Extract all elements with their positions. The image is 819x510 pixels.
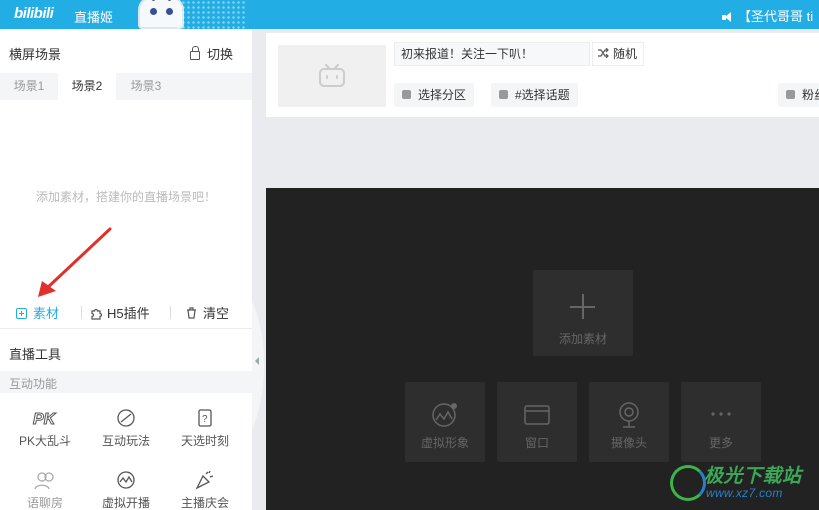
add-material-tile[interactable]: 添加素材 <box>533 270 633 356</box>
fans-icon <box>786 90 795 99</box>
tool-lottery[interactable]: ? 天选时刻 <box>170 408 240 449</box>
title-bar: bilibili 直播姬 【圣代哥哥 ti <box>0 0 819 29</box>
divider <box>170 306 171 319</box>
game-icon <box>117 409 135 427</box>
svg-text:PK: PK <box>33 411 57 428</box>
pk-icon: PK <box>33 411 58 429</box>
tools-title: 直播工具 <box>9 347 62 362</box>
tool-label: PK大乱斗 <box>18 434 71 448</box>
camera-icon <box>619 402 639 428</box>
site-watermark: 极光下载站 www.xz7.com <box>666 455 816 510</box>
tool-label: 主播庆会 <box>180 496 229 510</box>
watermark-name: 极光下载站 <box>704 466 802 487</box>
tool-pk[interactable]: PK PK大乱斗 <box>10 408 80 449</box>
scene-title: 横屏场景 <box>9 47 62 62</box>
source-label: 摄像头 <box>610 436 647 450</box>
celebration-icon <box>195 470 214 490</box>
tool-virtual-live[interactable]: 虚拟开播 <box>91 470 161 510</box>
tab-scene-2[interactable]: 场景2 <box>58 73 116 100</box>
scene-tabs: 场景1 场景2 场景3 <box>0 73 252 100</box>
random-label: 随机 <box>613 47 638 61</box>
fans-button[interactable]: 粉丝 <box>778 83 819 107</box>
tool-voice-room[interactable]: 语聊房 <box>10 470 80 510</box>
add-material-button[interactable]: 素材 <box>16 303 59 322</box>
fans-label: 粉丝 <box>802 88 819 102</box>
virtual-live-icon <box>117 471 135 489</box>
switch-label: 切换 <box>207 47 234 62</box>
switch-button[interactable]: 切换 <box>190 44 233 63</box>
watermark-url: www.xz7.com <box>706 486 783 500</box>
source-label: 窗口 <box>524 436 549 450</box>
avatar-icon <box>432 403 457 427</box>
interactive-section: 互动功能 <box>0 371 252 393</box>
tab-scene-1[interactable]: 场景1 <box>0 73 58 100</box>
red-arrow-annotation <box>38 227 112 297</box>
source-more-tile[interactable]: 更多 <box>681 382 761 462</box>
h5-plugin-label: H5插件 <box>107 306 150 321</box>
tool-label: 互动玩法 <box>101 434 150 448</box>
select-category-button[interactable]: 选择分区 <box>394 83 475 107</box>
source-camera-tile[interactable]: 摄像头 <box>589 382 669 462</box>
svg-text:?: ? <box>202 414 208 425</box>
trash-icon <box>187 307 196 319</box>
h5-plugin-button[interactable]: H5插件 <box>90 303 150 322</box>
source-label: 更多 <box>708 436 733 450</box>
source-actions: 素材 H5插件 清空 <box>0 295 252 329</box>
shuffle-icon <box>598 47 609 59</box>
watermark-logo-icon <box>670 465 706 501</box>
app-title: 直播姬 <box>74 10 114 25</box>
empty-hint: 添加素材，搭建你的直播场景吧！ <box>35 190 216 204</box>
topic-icon <box>499 90 508 99</box>
category-label: 选择分区 <box>418 88 467 102</box>
random-title-button[interactable]: 随机 <box>592 42 644 66</box>
divider <box>81 306 82 319</box>
notice-bar[interactable]: 【圣代哥哥 ti <box>722 6 813 25</box>
left-panel: 横屏场景 切换 场景1 场景2 场景3 添加素材，搭建你的直播场景吧！ 素材 H… <box>0 29 252 510</box>
tv-icon <box>319 64 345 87</box>
bilibili-logo: bilibili <box>14 5 54 22</box>
puzzle-icon <box>91 308 103 320</box>
more-icon <box>711 412 731 416</box>
room-info-panel: 初来报道！关注一下叭！ 随机 选择分区 #选择话题 粉丝 <box>266 33 819 117</box>
source-avatar-tile[interactable]: 虚拟形象 <box>405 382 485 462</box>
add-material-tile-label: 添加素材 <box>558 332 607 346</box>
tool-celebration[interactable]: 主播庆会 <box>170 470 240 510</box>
source-window-tile[interactable]: 窗口 <box>497 382 577 462</box>
room-title-input[interactable]: 初来报道！关注一下叭！ <box>394 42 590 66</box>
lock-icon <box>190 46 200 60</box>
scene-header: 横屏场景 切换 <box>0 29 252 73</box>
lottery-icon: ? <box>198 409 212 427</box>
speaker-icon <box>722 12 732 22</box>
category-icon <box>402 90 411 99</box>
tool-label: 天选时刻 <box>180 434 229 448</box>
tab-scene-3[interactable]: 场景3 <box>117 73 175 100</box>
collapse-handle[interactable] <box>252 300 264 430</box>
tool-label: 语聊房 <box>26 496 63 510</box>
decorative-dots <box>176 0 246 29</box>
section-label: 互动功能 <box>9 377 58 391</box>
clear-label: 清空 <box>203 306 230 321</box>
voice-room-icon <box>34 472 54 490</box>
clear-button[interactable]: 清空 <box>186 303 229 322</box>
plus-box-icon <box>16 308 27 319</box>
tool-interactive-game[interactable]: 互动玩法 <box>91 408 161 449</box>
topic-label: #选择话题 <box>515 88 570 102</box>
source-label: 虚拟形象 <box>420 436 469 450</box>
window-icon <box>524 405 550 425</box>
add-material-label: 素材 <box>33 306 60 321</box>
tool-label: 虚拟开播 <box>101 496 150 510</box>
notice-text: 【圣代哥哥 ti <box>738 9 814 24</box>
select-topic-button[interactable]: #选择话题 <box>491 83 578 107</box>
cover-image-placeholder[interactable] <box>278 45 386 107</box>
